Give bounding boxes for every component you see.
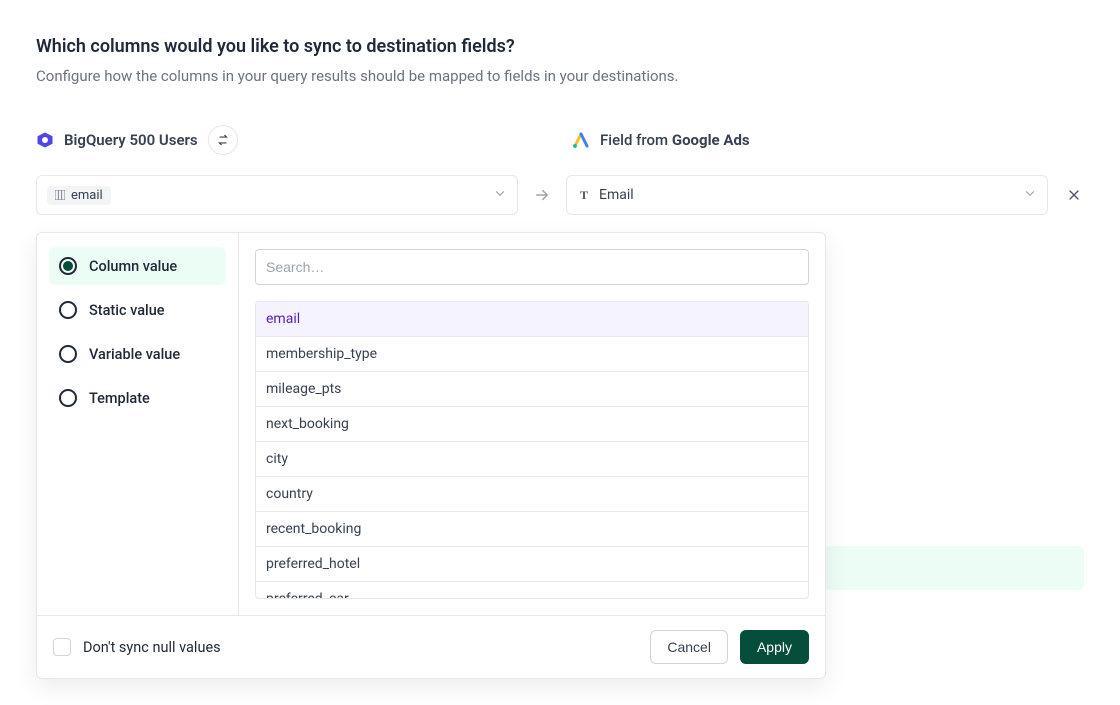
column-icon <box>55 190 65 200</box>
remove-mapping-button[interactable] <box>1064 185 1084 205</box>
google-ads-icon <box>572 131 590 149</box>
destination-prefix: Field from <box>600 131 672 149</box>
column-option[interactable]: country <box>256 477 808 512</box>
arrow-right-icon <box>530 186 554 204</box>
mode-list: Column value Static value Variable value Te… <box>37 233 239 615</box>
null-sync-checkbox[interactable] <box>53 638 71 656</box>
mode-option[interactable]: Column value <box>49 247 226 285</box>
mode-option[interactable]: Variable value <box>49 335 226 373</box>
mode-option-label: Template <box>89 390 150 407</box>
source-label: BigQuery 500 Users <box>64 131 198 149</box>
destination-field-select[interactable]: T Email <box>566 175 1048 215</box>
column-search-input[interactable] <box>255 249 809 285</box>
radio-icon <box>59 301 77 319</box>
destination-name: Google Ads <box>672 131 750 149</box>
column-option[interactable]: next_booking <box>256 407 808 442</box>
chevron-down-icon <box>1023 186 1037 205</box>
column-option[interactable]: city <box>256 442 808 477</box>
text-type-icon: T <box>577 188 591 202</box>
mode-option[interactable]: Template <box>49 379 226 417</box>
mode-option-label: Static value <box>89 302 165 319</box>
swap-icon <box>216 133 230 147</box>
column-option[interactable]: recent_booking <box>256 512 808 547</box>
null-sync-label: Don't sync null values <box>83 639 638 656</box>
radio-icon <box>59 257 77 275</box>
bigquery-icon <box>36 131 54 149</box>
mode-option[interactable]: Static value <box>49 291 226 329</box>
selected-column-name: email <box>71 188 103 203</box>
column-option[interactable]: preferred_hotel <box>256 547 808 582</box>
radio-icon <box>59 345 77 363</box>
column-options-list: emailmembership_typemileage_ptsnext_book… <box>255 301 809 599</box>
page-heading: Which columns would you like to sync to … <box>36 36 1084 57</box>
column-picker-dropdown: Column value Static value Variable value Te… <box>36 232 826 679</box>
source-column-select[interactable]: email <box>36 175 518 215</box>
column-option[interactable]: mileage_pts <box>256 372 808 407</box>
destination-field-name: Email <box>599 187 634 203</box>
page-subtext: Configure how the columns in your query … <box>36 67 1084 85</box>
column-option[interactable]: preferred_car <box>256 582 808 599</box>
column-option[interactable]: email <box>256 302 808 337</box>
apply-button[interactable]: Apply <box>740 630 809 664</box>
mode-option-label: Column value <box>89 258 177 275</box>
selected-column-chip: email <box>47 186 111 205</box>
destination-label: Field from Google Ads <box>600 131 750 149</box>
column-option[interactable]: membership_type <box>256 337 808 372</box>
swap-button[interactable] <box>208 125 238 155</box>
cancel-button[interactable]: Cancel <box>650 630 728 664</box>
mode-option-label: Variable value <box>89 346 180 363</box>
radio-icon <box>59 389 77 407</box>
chevron-down-icon <box>493 186 507 205</box>
